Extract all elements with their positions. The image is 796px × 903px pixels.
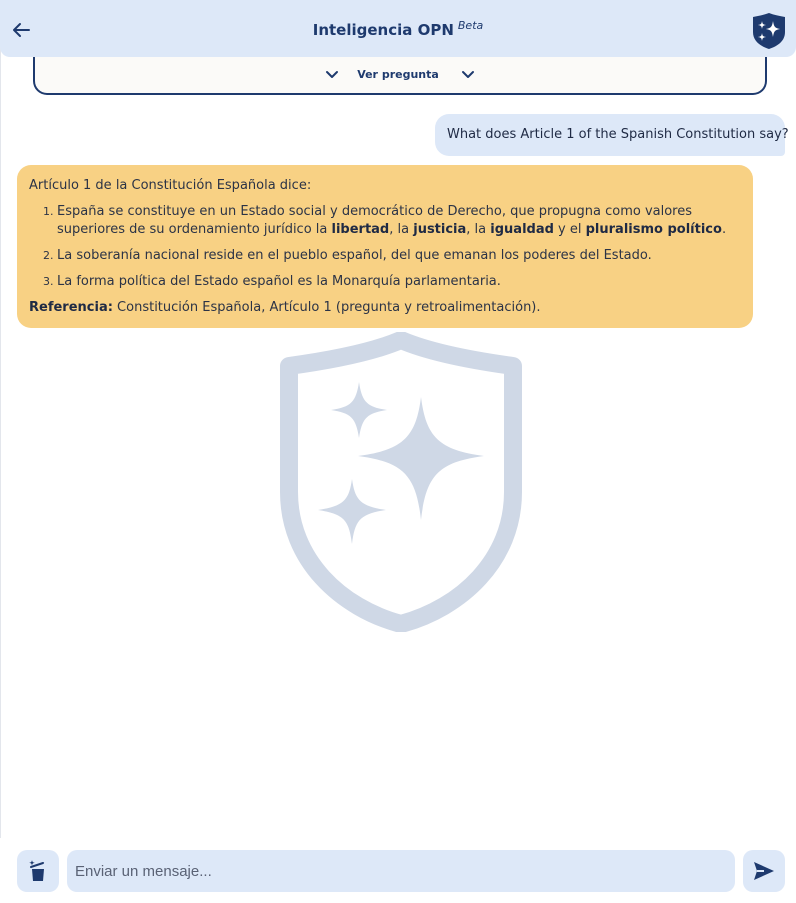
send-icon	[754, 862, 774, 880]
chevron-down-icon	[461, 70, 474, 78]
shield-sparkles-watermark-icon	[280, 332, 522, 632]
answer-intro: Artículo 1 de la Constitución Española d…	[29, 178, 312, 193]
message-input[interactable]	[67, 850, 735, 892]
list-item: La forma política del Estado español es …	[57, 273, 741, 291]
page-title: Inteligencia OPN Beta	[0, 19, 796, 39]
list-item: España se constituye en un Estado social…	[57, 203, 741, 239]
assistant-answer-bubble: Artículo 1 de la Constitución Española d…	[17, 165, 753, 328]
beta-badge: Beta	[457, 19, 484, 32]
clear-chat-button[interactable]	[17, 850, 59, 892]
show-question-label: Ver pregunta	[357, 68, 439, 81]
chevron-down-icon	[326, 70, 339, 78]
user-message-bubble: What does Article 1 of the Spanish Const…	[435, 114, 789, 156]
composer-bar	[0, 838, 796, 903]
show-question-toggle[interactable]: Ver pregunta	[35, 64, 765, 83]
reference-text: Constitución Española, Artículo 1 (pregu…	[112, 300, 541, 315]
trash-sparkle-icon	[29, 860, 44, 881]
answer-reference: Referencia: Constitución Española, Artíc…	[29, 299, 741, 317]
shield-logo-icon	[753, 13, 785, 49]
value-libertad: libertad	[331, 222, 390, 237]
page-left-border	[0, 0, 1, 903]
app-title: Inteligencia OPN	[312, 21, 454, 39]
reference-label: Referencia:	[29, 300, 113, 315]
list-item: La soberanía nacional reside en el puebl…	[57, 247, 741, 265]
value-pluralismo: pluralismo político	[585, 222, 722, 237]
app-header: Inteligencia OPN Beta	[0, 0, 796, 57]
send-button[interactable]	[743, 850, 785, 892]
value-igualdad: igualdad	[490, 222, 554, 237]
value-justicia: justicia	[413, 222, 467, 237]
answer-list: España se constituye en un Estado social…	[29, 203, 741, 291]
